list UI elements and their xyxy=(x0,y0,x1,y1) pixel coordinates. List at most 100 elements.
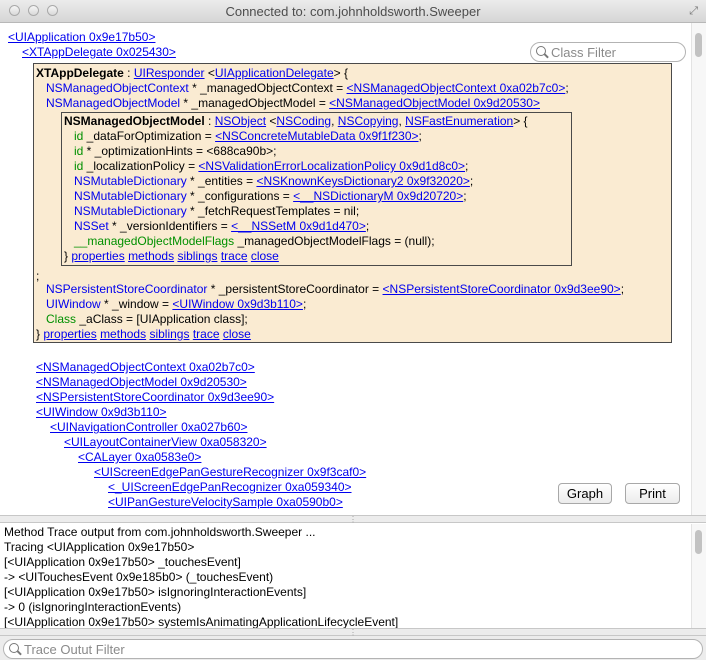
ivar-tail: ; xyxy=(365,219,370,233)
outer-super-link[interactable]: UIResponder xyxy=(134,66,205,80)
inner-ivar-row: NSMutableDictionary * _configurations = … xyxy=(74,189,467,204)
inner-proto-open: < xyxy=(266,114,277,128)
trace-line: [<UIApplication 0x9e17b50> systemIsAnima… xyxy=(4,615,399,628)
ivar-tail: ; xyxy=(463,189,467,203)
child-node[interactable]: <NSManagedObjectModel 0x9d20530> xyxy=(36,375,247,389)
outer-colon: : xyxy=(123,66,134,80)
child-node[interactable]: <UINavigationController 0xa027b60> xyxy=(50,420,247,434)
inner-proto-link[interactable]: NSCopying xyxy=(338,114,399,128)
ivar-type: __managedObjectModelFlags xyxy=(74,234,235,248)
class-filter-placeholder: Class Filter xyxy=(551,45,617,60)
child-node[interactable]: <UIScreenEdgePanGestureRecognizer 0x9f3c… xyxy=(94,465,366,479)
trace-line: -> <UITouchesEvent 0x9e185b0> (_touchesE… xyxy=(4,570,274,584)
graph-button[interactable]: Graph xyxy=(558,483,612,504)
ivar-decl: * _window = xyxy=(100,297,173,311)
ivar-type: NSPersistentStoreCoordinator xyxy=(46,282,208,296)
ivar-value-link[interactable]: <NSManagedObjectContext 0xa02b7c0> xyxy=(347,81,566,95)
outer-trace-link[interactable]: trace xyxy=(193,327,220,341)
ivar-tail: ; xyxy=(418,129,422,143)
tree-node-delegate[interactable]: <XTAppDelegate 0x025430> xyxy=(22,45,176,59)
inner-ivar-row: id * _optimizationHints = <688ca90b>; xyxy=(74,144,276,159)
inner-methods-link[interactable]: methods xyxy=(128,249,174,263)
ivar-decl: * _configurations = xyxy=(186,189,294,203)
inner-ivar-row: NSMutableDictionary * _entities = <NSKno… xyxy=(74,174,473,189)
ivar-value-link[interactable]: <NSManagedObjectModel 0x9d20530> xyxy=(329,96,540,110)
outer-proto-open: < xyxy=(204,66,215,80)
outer-semicolon: ; xyxy=(36,269,40,283)
trace-output-pane: Method Trace output from com.johnholdswo… xyxy=(0,524,692,628)
outer-ivar-row: NSManagedObjectContext * _managedObjectC… xyxy=(46,81,569,96)
trace-line: [<UIApplication 0x9e17b50> isIgnoringInt… xyxy=(4,585,307,599)
trace-filter-bar: Trace Outut Filter xyxy=(0,636,706,660)
ivar-decl: _aClass = [UIApplication class]; xyxy=(76,312,248,326)
print-button[interactable]: Print xyxy=(625,483,680,504)
ivar-decl: * _optimizationHints = <688ca90b>; xyxy=(83,144,277,158)
split-handle-icon[interactable]: ⋮ xyxy=(349,515,357,524)
ivar-type: NSManagedObjectContext xyxy=(46,81,189,95)
inner-ivar-row: id _dataForOptimization = <NSConcreteMut… xyxy=(74,129,422,144)
ivar-decl: _managedObjectModelFlags = (null); xyxy=(234,234,435,248)
inner-properties-link[interactable]: properties xyxy=(71,249,124,263)
ivar-decl: * _managedObjectContext = xyxy=(188,81,347,95)
inner-ivar-row: NSSet * _versionIdentifiers = <__NSSetM … xyxy=(74,219,369,234)
class-filter-field[interactable]: Class Filter xyxy=(530,42,686,62)
ivar-type: id xyxy=(74,159,84,173)
inner-siblings-link[interactable]: siblings xyxy=(177,249,217,263)
child-node[interactable]: <CALayer 0xa0583e0> xyxy=(78,450,201,464)
ivar-value-link[interactable]: <UIWindow 0x9d3b110> xyxy=(172,297,303,311)
tree-node-app[interactable]: <UIApplication 0x9e17b50> xyxy=(8,30,155,44)
ivar-value-link[interactable]: <NSConcreteMutableData 0x9f1f230> xyxy=(215,129,418,143)
outer-proto-link[interactable]: UIApplicationDelegate xyxy=(215,66,334,80)
outer-close-link[interactable]: close xyxy=(223,327,251,341)
ivar-decl: * _fetchRequestTemplates = nil; xyxy=(186,204,360,218)
outer-ivar-row: Class _aClass = [UIApplication class]; xyxy=(46,312,248,327)
child-node[interactable]: <_UIScreenEdgePanRecognizer 0xa059340> xyxy=(108,480,352,494)
outer-class-name: XTAppDelegate xyxy=(36,66,124,80)
ivar-value-link[interactable]: <__NSDictionaryM 0x9d20720> xyxy=(293,189,463,203)
ivar-tail: ; xyxy=(565,81,569,95)
outer-footer: } properties methods siblings trace clos… xyxy=(36,327,251,342)
ivar-tail: ; xyxy=(620,282,625,296)
ivar-value-link[interactable]: <NSPersistentStoreCoordinator 0x9d3ee90> xyxy=(383,282,621,296)
split-divider-bottom[interactable]: ⋮ xyxy=(0,628,706,637)
inner-proto-link[interactable]: NSFastEnumeration xyxy=(405,114,513,128)
fullscreen-icon[interactable]: ⤢ xyxy=(689,5,698,18)
trace-pane-scrollbar[interactable] xyxy=(691,524,706,628)
child-node[interactable]: <UIWindow 0x9d3b110> xyxy=(36,405,167,419)
child-node[interactable]: <NSManagedObjectContext 0xa02b7c0> xyxy=(36,360,255,374)
trace-filter-placeholder: Trace Outut Filter xyxy=(24,642,125,657)
object-browser-pane: <UIApplication 0x9e17b50> <XTAppDelegate… xyxy=(0,23,692,515)
trace-pane-scroll-thumb[interactable] xyxy=(695,530,702,554)
trace-line: Tracing <UIApplication 0x9e17b50> xyxy=(4,540,195,554)
inner-close-link[interactable]: close xyxy=(251,249,279,263)
ivar-decl: _localizationPolicy = xyxy=(83,159,199,173)
inner-proto-link[interactable]: NSCoding xyxy=(276,114,331,128)
object-pane-scroll-thumb[interactable] xyxy=(695,33,702,57)
ivar-type: NSManagedObjectModel xyxy=(46,96,181,110)
outer-methods-link[interactable]: methods xyxy=(100,327,146,341)
outer-siblings-link[interactable]: siblings xyxy=(149,327,189,341)
trace-filter-field[interactable]: Trace Outut Filter xyxy=(3,639,703,659)
child-node[interactable]: <UIPanGestureVelocitySample 0xa0590b0> xyxy=(108,495,343,509)
inner-super-link[interactable]: NSObject xyxy=(215,114,266,128)
ivar-type: UIWindow xyxy=(46,297,101,311)
inner-trace-link[interactable]: trace xyxy=(221,249,248,263)
ivar-type: NSMutableDictionary xyxy=(74,189,187,203)
outer-properties-link[interactable]: properties xyxy=(43,327,96,341)
inner-colon: : xyxy=(204,114,215,128)
ivar-tail: ; xyxy=(465,159,469,173)
inner-ivar-row: NSMutableDictionary * _fetchRequestTempl… xyxy=(74,204,359,219)
search-icon xyxy=(536,46,546,56)
child-node[interactable]: <UILayoutContainerView 0xa058320> xyxy=(64,435,267,449)
search-icon xyxy=(9,643,19,653)
ivar-value-link[interactable]: <NSValidationErrorLocalizationPolicy 0x9… xyxy=(198,159,465,173)
object-pane-scrollbar[interactable] xyxy=(691,23,706,515)
ivar-value-link[interactable]: <__NSSetM 0x9d1d470> xyxy=(231,219,366,233)
trace-line: -> 0 (isIgnoringInteractionEvents) xyxy=(4,600,182,614)
child-node[interactable]: <NSPersistentStoreCoordinator 0x9d3ee90> xyxy=(36,390,274,404)
ivar-value-link[interactable]: <NSKnownKeysDictionary2 0x9f32020> xyxy=(256,174,469,188)
outer-ivar-row: NSPersistentStoreCoordinator * _persiste… xyxy=(46,282,624,297)
split-divider[interactable]: ⋮ xyxy=(0,515,706,524)
window-title: Connected to: com.johnholdsworth.Sweeper xyxy=(225,4,481,19)
inner-footer: } properties methods siblings trace clos… xyxy=(64,249,279,264)
